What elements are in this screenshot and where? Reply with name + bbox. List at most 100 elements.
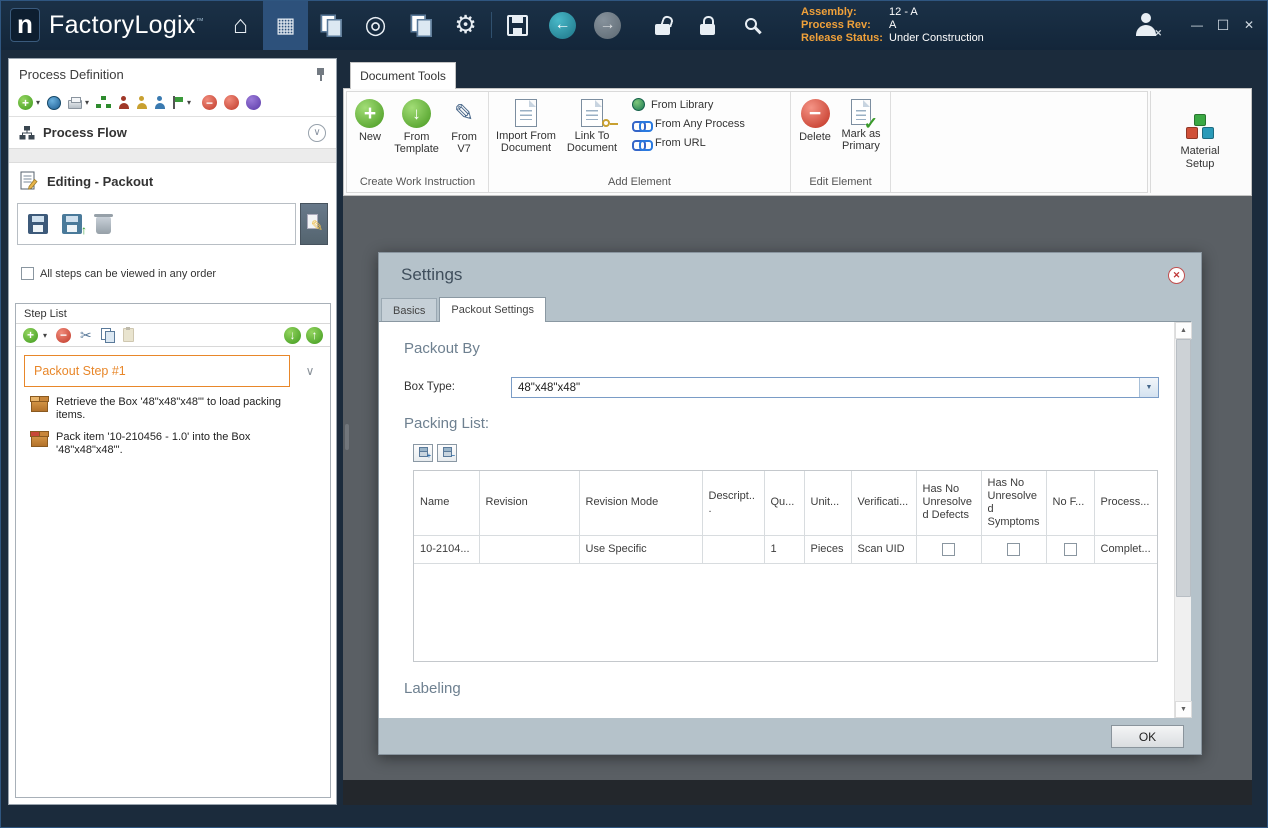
col-revision-mode[interactable]: Revision Mode [579, 471, 703, 536]
cell-verification[interactable]: Scan UID [851, 535, 917, 564]
scroll-up-icon[interactable]: ▲ [1175, 322, 1192, 339]
new-button[interactable]: + New [350, 98, 390, 144]
col-no-f[interactable]: No F... [1046, 471, 1095, 536]
delete-button[interactable]: − Delete [794, 98, 836, 144]
col-verification[interactable]: Verificati... [851, 471, 917, 536]
tab-basics[interactable]: Basics [381, 298, 438, 322]
material-setup-button[interactable]: Material Setup [1150, 91, 1249, 193]
home-button[interactable]: ⌂ [218, 0, 263, 50]
audit-search-button[interactable] [730, 0, 775, 50]
remove-icon[interactable]: − [202, 95, 218, 110]
step-item[interactable]: Pack item '10-210456 - 1.0' into the Box… [16, 422, 330, 457]
cell-unit[interactable]: Pieces [804, 535, 852, 564]
cell-symptoms[interactable] [981, 535, 1047, 564]
from-url-button[interactable]: From URL [632, 137, 745, 151]
paste-icon[interactable] [122, 327, 134, 342]
back-button[interactable]: ← [540, 0, 585, 50]
delete-step-icon[interactable] [94, 214, 113, 234]
box-type-select[interactable]: 48"x48"x48" ▼ [511, 377, 1159, 398]
col-description[interactable]: Descript... [702, 471, 765, 536]
col-revision[interactable]: Revision [479, 471, 580, 536]
dropdown-arrow-icon[interactable]: ▼ [1139, 378, 1158, 397]
import-from-document-button[interactable]: Import From Document [492, 98, 560, 155]
dialog-scrollbar[interactable]: ▲ ▼ [1174, 322, 1192, 718]
add-step-caret-icon[interactable]: ▾ [43, 331, 47, 340]
documents-button[interactable] [308, 0, 353, 50]
link-to-document-button[interactable]: Link To Document [560, 98, 624, 155]
from-template-button[interactable]: ↓ From Template [390, 98, 443, 156]
col-no-unresolved-symptoms[interactable]: Has No Unresolved Symptoms [981, 471, 1047, 536]
dialog-close-icon[interactable]: ✕ [1168, 266, 1185, 284]
collapse-circle-icon[interactable]: ∨ [308, 123, 326, 142]
pin-icon[interactable] [315, 67, 326, 82]
save-step-icon[interactable] [28, 214, 48, 234]
any-order-checkbox[interactable] [21, 267, 34, 280]
cell-defects[interactable] [916, 535, 982, 564]
from-library-button[interactable]: From Library [632, 98, 745, 111]
cell-process[interactable]: Complet... [1094, 535, 1157, 564]
no-f-checkbox[interactable] [1063, 542, 1077, 556]
cell-revision-mode[interactable]: Use Specific [579, 535, 703, 564]
add-caret-icon[interactable]: ▾ [36, 98, 40, 107]
lead-person-icon[interactable] [136, 95, 147, 110]
cell-revision[interactable] [479, 535, 580, 564]
web-link-icon[interactable] [47, 95, 62, 110]
selected-step[interactable]: Packout Step #1 [24, 355, 290, 387]
col-no-unresolved-defects[interactable]: Has No Unresolved Defects [916, 471, 982, 536]
remove-step-icon[interactable]: − [56, 327, 72, 343]
move-down-icon[interactable]: ↓ [284, 326, 301, 344]
remove-packing-item-button[interactable]: − [437, 444, 457, 462]
cell-quantity[interactable]: 1 [764, 535, 805, 564]
scroll-down-icon[interactable]: ▼ [1175, 701, 1192, 718]
lock-button[interactable] [685, 0, 730, 50]
copy-pages-button[interactable] [398, 0, 443, 50]
defects-checkbox[interactable] [942, 542, 955, 556]
copy-icon[interactable] [100, 328, 115, 343]
close-button[interactable]: ✕ [1236, 0, 1262, 50]
from-any-process-button[interactable]: From Any Process [632, 118, 745, 132]
col-quantity[interactable]: Qu... [764, 471, 805, 536]
print-icon[interactable] [68, 97, 83, 109]
settings-button[interactable]: ⚙ [443, 0, 488, 50]
add-process-icon[interactable]: + [18, 95, 33, 110]
tab-document-tools[interactable]: Document Tools [350, 62, 456, 89]
cell-name[interactable]: 10-2104... [414, 535, 480, 564]
ok-button[interactable]: OK [1111, 725, 1184, 748]
unlock-button[interactable] [640, 0, 685, 50]
grid-data-row[interactable]: 10-2104... Use Specific 1 Pieces Scan UI… [414, 535, 1157, 564]
cut-icon[interactable]: ✂ [80, 327, 92, 344]
symptoms-checkbox[interactable] [1007, 542, 1020, 556]
user-button[interactable]: ✕ [1134, 13, 1162, 38]
print-caret-icon[interactable]: ▾ [85, 98, 89, 107]
flag-caret-icon[interactable]: ▾ [187, 98, 191, 107]
edit-mode-toggle[interactable]: ✎ [300, 203, 328, 245]
cell-no-f[interactable] [1046, 535, 1095, 564]
save-button[interactable] [495, 0, 540, 50]
process-definition-button[interactable]: ▦ [263, 0, 309, 50]
maximize-button[interactable]: ☐ [1210, 0, 1236, 50]
from-v7-button[interactable]: ✎ From V7 [443, 98, 485, 156]
disc-button[interactable]: ◎ [353, 0, 398, 50]
move-up-icon[interactable]: ↑ [306, 326, 323, 344]
team-icon[interactable] [154, 95, 165, 110]
step-item[interactable]: Retrieve the Box '48"x48"x48"' to load p… [16, 387, 330, 422]
operator-icon[interactable] [118, 95, 129, 110]
tab-packout-settings[interactable]: Packout Settings [439, 297, 546, 322]
step-expand-chevron-icon[interactable]: ∨ [290, 364, 330, 378]
add-packing-item-button[interactable]: + [413, 444, 433, 462]
col-name[interactable]: Name [414, 471, 480, 536]
cell-description[interactable] [702, 535, 765, 564]
import-step-icon[interactable]: ↑ [62, 214, 87, 237]
scrollbar-thumb[interactable] [1176, 339, 1191, 597]
minimize-button[interactable]: — [1184, 0, 1210, 50]
stop-icon[interactable] [224, 95, 240, 110]
flag-icon[interactable] [172, 95, 184, 110]
col-unit[interactable]: Unit... [804, 471, 852, 536]
record-icon[interactable] [246, 95, 262, 110]
mark-as-primary-button[interactable]: ✓ Mark as Primary [836, 98, 886, 153]
process-tree-icon[interactable] [96, 95, 111, 110]
process-flow-row[interactable]: Process Flow ∨ [9, 117, 336, 149]
forward-button[interactable]: → [585, 0, 630, 50]
col-process[interactable]: Process... [1094, 471, 1157, 536]
add-step-icon[interactable]: + [23, 327, 38, 343]
